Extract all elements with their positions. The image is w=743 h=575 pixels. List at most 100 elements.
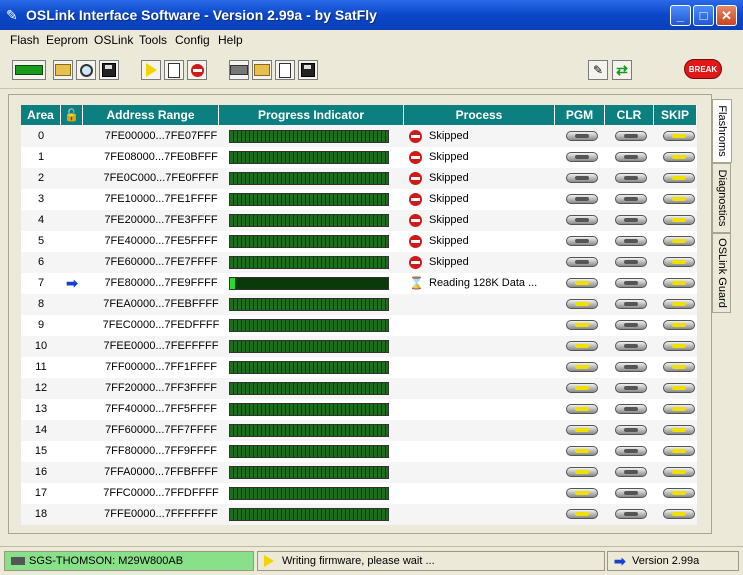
diagnostic-button[interactable]: ✎ (588, 60, 608, 80)
process-status (407, 420, 557, 441)
clr-toggle[interactable] (615, 488, 647, 498)
pgm-toggle[interactable] (566, 152, 598, 162)
skip-toggle[interactable] (663, 341, 695, 351)
pgm-toggle[interactable] (566, 278, 598, 288)
pgm-toggle[interactable] (566, 383, 598, 393)
flash-chip-button[interactable] (12, 60, 46, 80)
pgm-toggle[interactable] (566, 341, 598, 351)
new-button[interactable] (164, 60, 184, 80)
pgm-toggle[interactable] (566, 446, 598, 456)
skip-toggle[interactable] (663, 152, 695, 162)
skip-led (672, 344, 686, 348)
pgm-toggle[interactable] (566, 215, 598, 225)
menu-flash[interactable]: Flash (10, 33, 39, 47)
pgm-toggle[interactable] (566, 320, 598, 330)
clr-toggle[interactable] (615, 215, 647, 225)
skip-toggle[interactable] (663, 194, 695, 204)
pgm-toggle[interactable] (566, 131, 598, 141)
clr-toggle[interactable] (615, 236, 647, 246)
folder-icon (55, 64, 71, 76)
skip-toggle[interactable] (663, 320, 695, 330)
lock-icon: 🔓 (64, 108, 79, 122)
menu-config[interactable]: Config (175, 33, 210, 47)
clr-toggle[interactable] (615, 383, 647, 393)
clr-toggle[interactable] (615, 131, 647, 141)
pgm-toggle[interactable] (566, 404, 598, 414)
clr-toggle[interactable] (615, 278, 647, 288)
skip-toggle[interactable] (663, 425, 695, 435)
status-device: SGS-THOMSON: M29W800AB (4, 551, 254, 571)
minimize-button[interactable]: _ (670, 5, 691, 26)
clr-toggle[interactable] (615, 152, 647, 162)
clr-toggle[interactable] (615, 362, 647, 372)
progress-bar (229, 193, 389, 206)
menu-help[interactable]: Help (218, 33, 243, 47)
skip-toggle[interactable] (663, 467, 695, 477)
stop-button[interactable] (187, 60, 207, 80)
row-indicator (61, 378, 83, 399)
pgm-toggle[interactable] (566, 509, 598, 519)
eeprom-open-button[interactable] (252, 60, 272, 80)
pgm-toggle[interactable] (566, 467, 598, 477)
maximize-button[interactable]: □ (693, 5, 714, 26)
skip-toggle[interactable] (663, 278, 695, 288)
close-button[interactable]: ✕ (716, 5, 737, 26)
address-range: 7FFA0000...7FFBFFFF (104, 466, 218, 478)
skip-toggle[interactable] (663, 404, 695, 414)
start-button[interactable] (141, 60, 161, 80)
clr-led (624, 386, 638, 390)
skip-toggle[interactable] (663, 131, 695, 141)
clr-toggle[interactable] (615, 173, 647, 183)
process-status (407, 315, 557, 336)
tab-flashroms[interactable]: Flashroms (712, 99, 732, 163)
clr-toggle[interactable] (615, 467, 647, 477)
clr-toggle[interactable] (615, 509, 647, 519)
header-progress: Progress Indicator (219, 105, 404, 125)
eeprom-save-button[interactable] (298, 60, 318, 80)
clr-toggle[interactable] (615, 299, 647, 309)
skip-toggle[interactable] (663, 488, 695, 498)
preview-button[interactable] (76, 60, 96, 80)
skip-toggle[interactable] (663, 173, 695, 183)
clr-toggle[interactable] (615, 404, 647, 414)
pgm-toggle[interactable] (566, 194, 598, 204)
skip-toggle[interactable] (663, 236, 695, 246)
clr-toggle[interactable] (615, 194, 647, 204)
skip-toggle[interactable] (663, 362, 695, 372)
pgm-toggle[interactable] (566, 257, 598, 267)
pgm-toggle[interactable] (566, 362, 598, 372)
skip-toggle[interactable] (663, 446, 695, 456)
process-status: Skipped (429, 214, 469, 226)
toolbar: ✎ ⇄ (0, 52, 743, 89)
tab-oslink-guard[interactable]: OSLink Guard (712, 233, 731, 313)
pgm-toggle[interactable] (566, 173, 598, 183)
clr-toggle[interactable] (615, 446, 647, 456)
progress-bar (229, 172, 389, 185)
skip-toggle[interactable] (663, 509, 695, 519)
menu-tools[interactable]: Tools (139, 33, 167, 47)
break-button[interactable]: BREAK (684, 59, 722, 79)
skip-toggle[interactable] (663, 257, 695, 267)
clr-toggle[interactable] (615, 425, 647, 435)
eeprom-new-button[interactable] (275, 60, 295, 80)
transfer-button[interactable]: ⇄ (612, 60, 632, 80)
clr-toggle[interactable] (615, 341, 647, 351)
eeprom-chip-button[interactable] (229, 60, 249, 80)
clr-toggle[interactable] (615, 257, 647, 267)
pgm-toggle[interactable] (566, 299, 598, 309)
skip-toggle[interactable] (663, 383, 695, 393)
skip-toggle[interactable] (663, 215, 695, 225)
save-button[interactable] (99, 60, 119, 80)
skip-led (672, 323, 686, 327)
pgm-toggle[interactable] (566, 488, 598, 498)
menu-eeprom[interactable]: Eeprom (46, 33, 88, 47)
pgm-toggle[interactable] (566, 425, 598, 435)
open-button[interactable] (53, 60, 73, 80)
clr-toggle[interactable] (615, 320, 647, 330)
tab-diagnostics[interactable]: Diagnostics (712, 163, 731, 233)
pgm-toggle[interactable] (566, 236, 598, 246)
table-row: 16 7FFA0000...7FFBFFFF (21, 462, 697, 483)
menu-oslink[interactable]: OSLink (94, 33, 133, 47)
process-status: Skipped (429, 235, 469, 247)
skip-toggle[interactable] (663, 299, 695, 309)
